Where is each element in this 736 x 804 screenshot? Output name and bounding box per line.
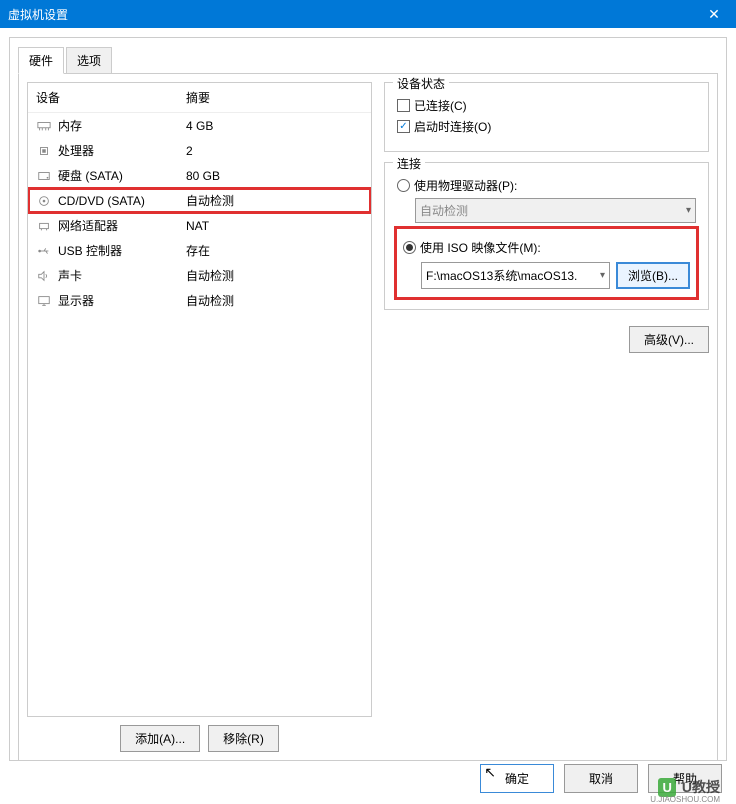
- usb-icon: [36, 244, 52, 258]
- auto-detect-value: 自动检测: [420, 202, 468, 219]
- sound-icon: [36, 269, 52, 283]
- ok-button[interactable]: 确定: [480, 764, 554, 793]
- advanced-button[interactable]: 高级(V)...: [629, 326, 709, 353]
- hdd-icon: [36, 169, 52, 183]
- titlebar: 虚拟机设置 ✕: [0, 0, 736, 28]
- device-name: 网络适配器: [58, 217, 186, 234]
- radio-icon: [403, 241, 416, 254]
- right-column: 设备状态 已连接(C) ✓ 启动时连接(O) 连接 使用物理驱动器(P):: [384, 82, 709, 752]
- iso-path-combo[interactable]: F:\macOS13系统\macOS13. ▾: [421, 262, 610, 289]
- tabs: 硬件 选项: [18, 47, 718, 74]
- header-summary: 摘要: [186, 89, 363, 106]
- device-name: 处理器: [58, 142, 186, 159]
- tab-hardware[interactable]: 硬件: [18, 47, 64, 74]
- checkbox-icon: [397, 99, 410, 112]
- device-row[interactable]: USB 控制器存在: [28, 238, 371, 263]
- connection-group-title: 连接: [393, 155, 425, 172]
- connection-group: 连接 使用物理驱动器(P): 自动检测 ▾ 使用 ISO 映像文件(M):: [384, 162, 709, 310]
- device-summary: 4 GB: [186, 119, 363, 133]
- physical-drive-radio[interactable]: 使用物理驱动器(P):: [397, 177, 696, 194]
- use-iso-label: 使用 ISO 映像文件(M):: [420, 239, 541, 256]
- device-list: 设备 摘要 内存4 GB处理器2硬盘 (SATA)80 GBCD/DVD (SA…: [27, 82, 372, 717]
- device-summary: 存在: [186, 242, 363, 259]
- bottom-buttons: 确定 取消 帮助: [480, 764, 722, 793]
- iso-radio[interactable]: 使用 ISO 映像文件(M):: [403, 239, 690, 256]
- iso-highlight-box: 使用 ISO 映像文件(M): F:\macOS13系统\macOS13. ▾ …: [397, 229, 696, 297]
- device-summary: 自动检测: [186, 292, 363, 309]
- device-summary: 自动检测: [186, 267, 363, 284]
- left-column: 设备 摘要 内存4 GB处理器2硬盘 (SATA)80 GBCD/DVD (SA…: [27, 82, 372, 752]
- connected-checkbox-row[interactable]: 已连接(C): [397, 97, 696, 114]
- network-icon: [36, 219, 52, 233]
- device-summary: 2: [186, 144, 363, 158]
- connect-on-power-label: 启动时连接(O): [414, 118, 491, 135]
- device-row[interactable]: 声卡自动检测: [28, 263, 371, 288]
- close-icon[interactable]: ✕: [700, 6, 728, 23]
- chevron-down-icon: ▾: [600, 270, 605, 281]
- device-row[interactable]: 硬盘 (SATA)80 GB: [28, 163, 371, 188]
- add-button[interactable]: 添加(A)...: [120, 725, 200, 752]
- remove-button[interactable]: 移除(R): [208, 725, 279, 752]
- device-row[interactable]: CD/DVD (SATA)自动检测: [28, 188, 371, 213]
- device-row[interactable]: 处理器2: [28, 138, 371, 163]
- device-row[interactable]: 网络适配器NAT: [28, 213, 371, 238]
- device-buttons: 添加(A)... 移除(R): [27, 725, 372, 752]
- browse-button[interactable]: 浏览(B)...: [616, 262, 690, 289]
- connect-on-power-row[interactable]: ✓ 启动时连接(O): [397, 118, 696, 135]
- iso-path-value: F:\macOS13系统\macOS13.: [426, 267, 577, 284]
- header-device: 设备: [36, 89, 186, 106]
- memory-icon: [36, 119, 52, 133]
- device-name: USB 控制器: [58, 242, 186, 259]
- advanced-row: 高级(V)...: [384, 326, 709, 353]
- window-title: 虚拟机设置: [8, 6, 700, 23]
- status-group-title: 设备状态: [393, 75, 449, 92]
- device-row[interactable]: 内存4 GB: [28, 113, 371, 138]
- device-status-group: 设备状态 已连接(C) ✓ 启动时连接(O): [384, 82, 709, 152]
- device-summary: 自动检测: [186, 192, 363, 209]
- disc-icon: [36, 194, 52, 208]
- checkbox-icon: ✓: [397, 120, 410, 133]
- device-row[interactable]: 显示器自动检测: [28, 288, 371, 313]
- device-name: 内存: [58, 117, 186, 134]
- chevron-down-icon: ▾: [686, 205, 691, 216]
- device-name: 声卡: [58, 267, 186, 284]
- connected-label: 已连接(C): [414, 97, 467, 114]
- cancel-button[interactable]: 取消: [564, 764, 638, 793]
- device-summary: 80 GB: [186, 169, 363, 183]
- panel: 设备 摘要 内存4 GB处理器2硬盘 (SATA)80 GBCD/DVD (SA…: [18, 73, 718, 761]
- device-name: 硬盘 (SATA): [58, 167, 186, 184]
- dialog-body: 硬件 选项 设备 摘要 内存4 GB处理器2硬盘 (SATA)80 GBCD/D…: [9, 37, 727, 761]
- device-list-header: 设备 摘要: [28, 83, 371, 113]
- help-button[interactable]: 帮助: [648, 764, 722, 793]
- device-name: 显示器: [58, 292, 186, 309]
- device-summary: NAT: [186, 219, 363, 233]
- physical-drive-label: 使用物理驱动器(P):: [414, 177, 517, 194]
- tab-options[interactable]: 选项: [66, 47, 112, 74]
- physical-drive-combo: 自动检测 ▾: [415, 198, 696, 223]
- display-icon: [36, 294, 52, 308]
- cpu-icon: [36, 144, 52, 158]
- radio-icon: [397, 179, 410, 192]
- device-name: CD/DVD (SATA): [58, 194, 186, 208]
